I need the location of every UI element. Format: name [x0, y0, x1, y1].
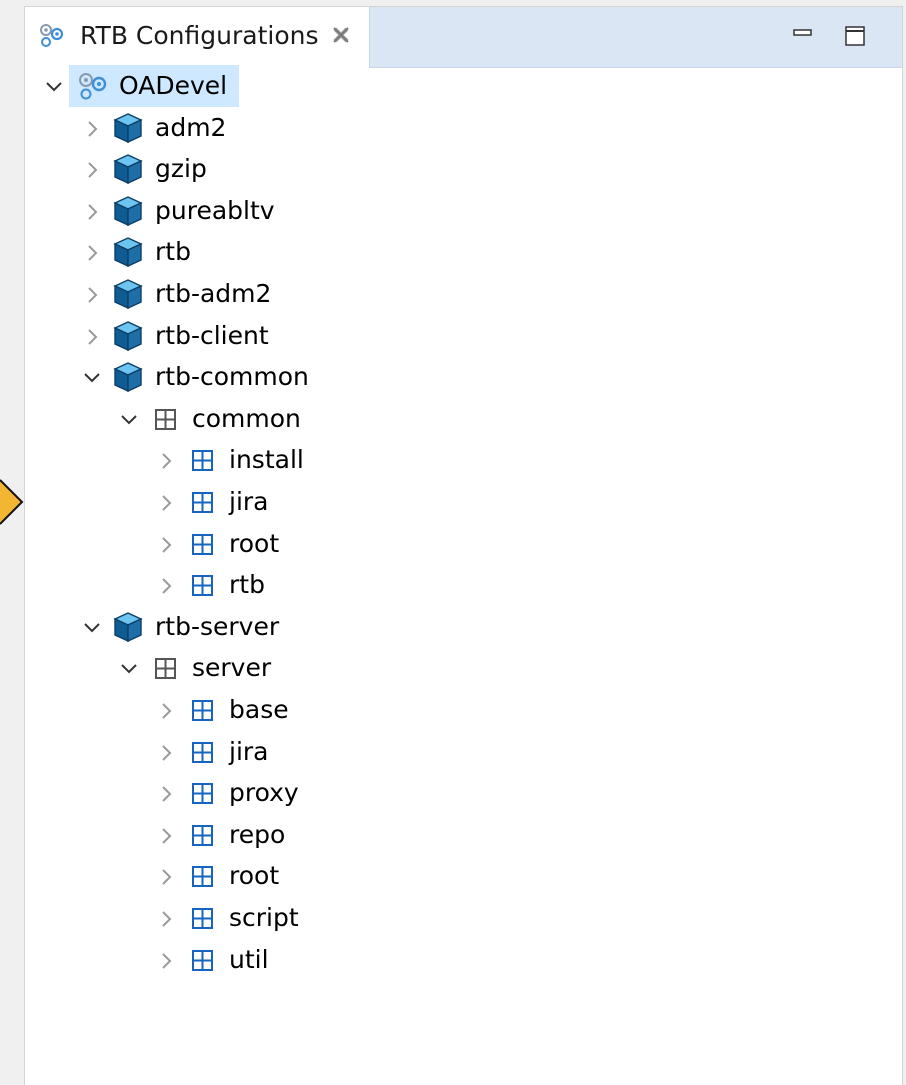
tree-item-label: util — [229, 945, 269, 974]
chevron-right-icon[interactable] — [81, 159, 103, 181]
rtb-configurations-view: RTB Configurations OADevel adm2 gzip pur… — [24, 6, 903, 1085]
tree-item-product[interactable]: pureabltv — [25, 194, 625, 236]
group-grid-icon — [155, 658, 176, 679]
module-grid-icon — [192, 534, 213, 555]
tree-item-product[interactable]: rtb-client — [25, 319, 625, 361]
tree-item-label: gzip — [155, 154, 207, 183]
module-grid-icon — [192, 783, 213, 804]
gear-config-icon — [40, 24, 64, 47]
tree-item-label: jira — [229, 737, 269, 766]
tree-item-label: jira — [229, 487, 269, 516]
tree-item-group[interactable]: common — [25, 402, 625, 444]
tree-item-label: server — [192, 653, 272, 682]
chevron-down-icon[interactable] — [118, 409, 140, 431]
tab-rtb-configurations[interactable]: RTB Configurations — [25, 7, 370, 68]
module-grid-icon — [192, 575, 213, 596]
maximize-icon[interactable] — [843, 24, 867, 48]
chevron-right-icon[interactable] — [155, 450, 177, 472]
tree-item-label: rtb-adm2 — [155, 279, 272, 308]
tree-item-label: common — [192, 404, 301, 433]
product-cube-icon — [113, 196, 143, 227]
product-cube-icon — [113, 362, 143, 393]
tree-item-label: rtb — [229, 570, 265, 599]
tree-item-module[interactable]: root — [25, 527, 625, 569]
chevron-right-icon[interactable] — [155, 534, 177, 556]
gear-config-icon — [79, 73, 107, 100]
chevron-right-icon[interactable] — [155, 783, 177, 805]
module-grid-icon — [192, 700, 213, 721]
chevron-down-icon[interactable] — [118, 658, 140, 680]
tree-item-group[interactable]: server — [25, 651, 625, 693]
tree-root-label: OADevel — [119, 71, 228, 100]
chevron-down-icon[interactable] — [81, 617, 103, 639]
chevron-right-icon[interactable] — [155, 866, 177, 888]
tree-item-module[interactable]: install — [25, 443, 625, 485]
tree-item-product[interactable]: rtb-adm2 — [25, 277, 625, 319]
close-icon[interactable] — [329, 23, 353, 47]
product-cube-icon — [113, 321, 143, 352]
chevron-right-icon[interactable] — [155, 492, 177, 514]
tree-item-product[interactable]: rtb — [25, 235, 625, 277]
tree-item-module[interactable]: base — [25, 693, 625, 735]
module-grid-icon — [192, 742, 213, 763]
tree-item-label: rtb — [155, 237, 191, 266]
tree-root-oadevel[interactable]: OADevel — [25, 65, 425, 111]
chevron-right-icon[interactable] — [81, 118, 103, 140]
chevron-right-icon[interactable] — [155, 700, 177, 722]
group-grid-icon — [155, 409, 176, 430]
module-grid-icon — [192, 492, 213, 513]
chevron-right-icon[interactable] — [155, 950, 177, 972]
chevron-right-icon[interactable] — [81, 201, 103, 223]
minimize-icon[interactable] — [791, 24, 815, 48]
module-grid-icon — [192, 908, 213, 929]
tree-item-label: rtb-common — [155, 362, 309, 391]
tree-item-label: base — [229, 695, 289, 724]
view-tab-bar: RTB Configurations — [25, 7, 902, 68]
tree-item-label: rtb-server — [155, 612, 280, 641]
module-grid-icon — [192, 950, 213, 971]
tree-item-label: root — [229, 861, 280, 890]
product-cube-icon — [113, 113, 143, 144]
chevron-right-icon[interactable] — [155, 825, 177, 847]
chevron-down-icon[interactable] — [43, 76, 65, 98]
view-title: RTB Configurations — [80, 21, 319, 50]
chevron-right-icon[interactable] — [155, 575, 177, 597]
tree-item-module[interactable]: jira — [25, 485, 625, 527]
tree-item-product[interactable]: adm2 — [25, 111, 625, 153]
chevron-right-icon[interactable] — [155, 742, 177, 764]
product-cube-icon — [113, 279, 143, 310]
product-cube-icon — [113, 154, 143, 185]
tree-item-label: proxy — [229, 778, 299, 807]
tree-item-module[interactable]: proxy — [25, 776, 625, 818]
tree-item-label: repo — [229, 820, 286, 849]
tree-item-label: adm2 — [155, 113, 227, 142]
tree-item-product[interactable]: rtb-common — [25, 360, 625, 402]
product-cube-icon — [113, 612, 143, 643]
module-grid-icon — [192, 866, 213, 887]
module-grid-icon — [192, 825, 213, 846]
tree-item-module[interactable]: repo — [25, 818, 625, 860]
pointer-arrow-icon — [0, 479, 24, 525]
tree-item-product[interactable]: gzip — [25, 152, 625, 194]
tree-item-module[interactable]: jira — [25, 735, 625, 777]
chevron-right-icon[interactable] — [81, 242, 103, 264]
tree-item-module[interactable]: util — [25, 943, 625, 985]
chevron-right-icon[interactable] — [81, 284, 103, 306]
tree-item-product[interactable]: rtb-server — [25, 610, 625, 652]
chevron-right-icon[interactable] — [81, 326, 103, 348]
product-cube-icon — [113, 237, 143, 268]
tree-item-label: install — [229, 445, 304, 474]
chevron-right-icon[interactable] — [155, 908, 177, 930]
tree-item-label: root — [229, 529, 280, 558]
tree-item-label: rtb-client — [155, 321, 269, 350]
tree-item-module[interactable]: rtb — [25, 568, 625, 610]
tree-item-module[interactable]: root — [25, 859, 625, 901]
module-grid-icon — [192, 450, 213, 471]
tree-item-label: script — [229, 903, 299, 932]
chevron-down-icon[interactable] — [81, 367, 103, 389]
tree-item-label: pureabltv — [155, 196, 275, 225]
tree-item-module[interactable]: script — [25, 901, 625, 943]
